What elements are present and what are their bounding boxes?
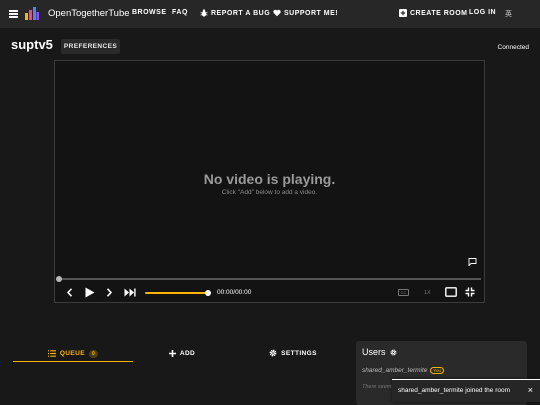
hamburger-menu-icon[interactable] — [9, 10, 18, 18]
video-player[interactable]: No video is playing. Click "Add" below t… — [54, 60, 485, 303]
seek-bar[interactable] — [59, 278, 481, 280]
captions-button[interactable]: CC — [398, 289, 409, 296]
logo-icon[interactable] — [25, 7, 39, 20]
player-controls: 00:00/00:00 CC 1X — [55, 282, 484, 303]
nav-report-bug-label: REPORT A BUG — [211, 9, 271, 17]
heart-icon — [273, 9, 281, 17]
queue-count-badge: 0 — [88, 349, 99, 358]
previous-icon[interactable] — [66, 288, 73, 297]
nav-create-room-label: CREATE ROOM — [410, 9, 468, 17]
users-heading: Users — [362, 347, 397, 357]
fullscreen-exit-icon[interactable] — [465, 287, 475, 297]
top-nav: OpenTogetherTube BROWSE FAQ REPORT A BUG… — [0, 0, 540, 28]
nav-support[interactable]: SUPPORT ME! — [273, 9, 338, 17]
skip-forward-icon[interactable] — [124, 288, 136, 297]
gear-icon[interactable] — [390, 349, 397, 356]
preferences-button[interactable]: PREFERENCES — [61, 39, 120, 54]
tab-add-label: ADD — [179, 349, 196, 357]
no-video-title: No video is playing. — [203, 171, 336, 187]
user-name: shared_amber_termite — [362, 367, 428, 374]
next-icon[interactable] — [106, 288, 113, 297]
time-display: 00:00/00:00 — [217, 289, 252, 296]
connection-status: Connected — [497, 44, 529, 51]
close-icon[interactable]: × — [528, 385, 533, 395]
users-title: Users — [362, 347, 386, 357]
you-badge: You — [430, 367, 444, 374]
volume-slider[interactable] — [145, 292, 207, 294]
nav-support-label: SUPPORT ME! — [284, 9, 339, 17]
tab-queue[interactable]: QUEUE 0 — [13, 346, 133, 362]
room-title: suptv5 — [11, 37, 53, 52]
gear-icon — [269, 349, 277, 357]
tab-queue-label: QUEUE — [59, 350, 85, 357]
chat-icon[interactable] — [468, 258, 477, 266]
plus-box-icon — [399, 9, 407, 17]
no-video-subtitle: Click "Add" below to add a video. — [221, 189, 318, 196]
nav-faq[interactable]: FAQ — [172, 9, 188, 16]
page: OpenTogetherTube BROWSE FAQ REPORT A BUG… — [0, 0, 540, 405]
tab-add[interactable]: ADD — [138, 346, 226, 360]
playback-speed-button[interactable]: 1X — [424, 290, 431, 296]
tab-settings[interactable]: SETTINGS — [240, 346, 346, 360]
brand-name[interactable]: OpenTogetherTube — [48, 8, 130, 19]
user-list-item[interactable]: shared_amber_termite You — [362, 367, 444, 374]
nav-create-room[interactable]: CREATE ROOM — [399, 9, 467, 17]
language-selector[interactable]: 英 — [505, 9, 513, 19]
nav-report-bug[interactable]: REPORT A BUG — [200, 9, 270, 17]
tab-settings-label: SETTINGS — [281, 349, 317, 357]
notification-toast: shared_amber_termite joined the room × — [392, 379, 540, 402]
nav-browse[interactable]: BROWSE — [132, 9, 167, 16]
plus-icon — [168, 349, 176, 357]
bug-icon — [200, 9, 208, 17]
volume-handle[interactable] — [205, 290, 211, 296]
play-icon[interactable] — [85, 287, 95, 298]
theater-mode-icon[interactable] — [445, 287, 457, 297]
list-icon — [47, 350, 56, 357]
nav-log-in[interactable]: LOG IN — [469, 9, 496, 16]
toast-message: shared_amber_termite joined the room — [398, 387, 511, 394]
